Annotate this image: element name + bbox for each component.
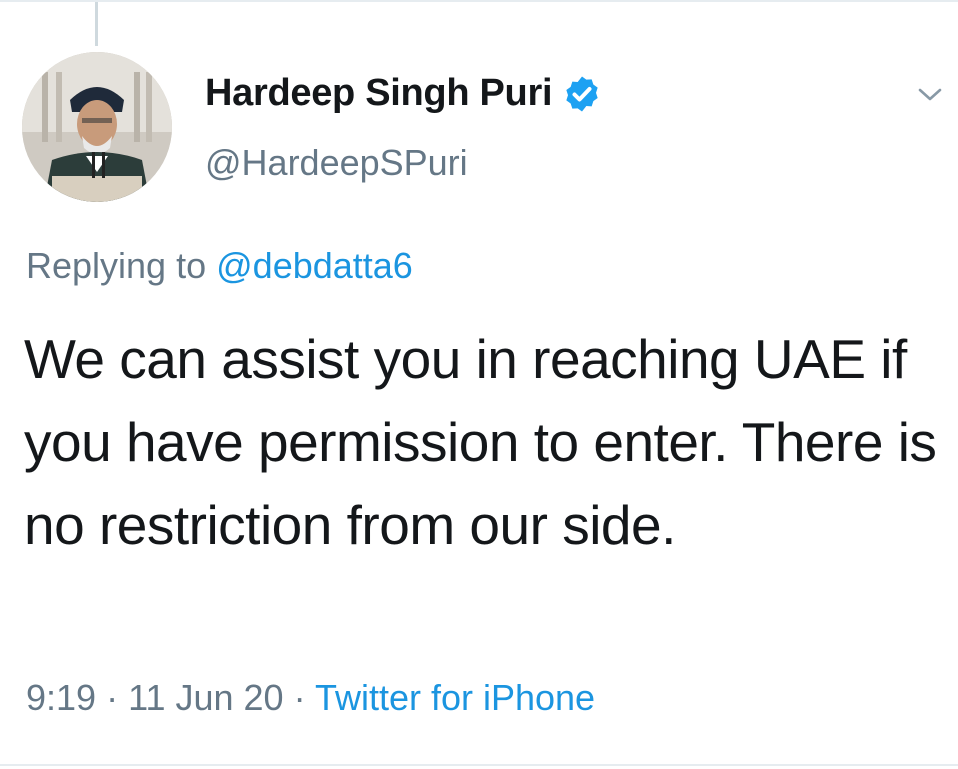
replying-to-label: Replying to (26, 245, 207, 286)
tweet-source-link[interactable]: Twitter for iPhone (315, 677, 595, 718)
author-name-row[interactable]: Hardeep Singh Puri (205, 72, 602, 115)
author-display-name[interactable]: Hardeep Singh Puri (205, 72, 553, 115)
tweet-card: Hardeep Singh Puri @HardeepSPuri Replyin… (0, 0, 958, 769)
tweet-date[interactable]: 11 Jun 20 (128, 677, 283, 718)
meta-separator: · (106, 677, 119, 718)
bottom-divider (0, 764, 958, 766)
author-handle[interactable]: @HardeepSPuri (205, 142, 468, 184)
replying-to-line: Replying to @debdatta6 (26, 245, 413, 287)
verified-badge-icon (566, 76, 598, 111)
avatar[interactable] (22, 52, 172, 202)
tweet-text: We can assist you in reaching UAE if you… (24, 328, 937, 556)
chevron-down-icon[interactable] (915, 82, 945, 106)
meta-separator: · (293, 677, 306, 718)
tweet-meta: 9:19 · 11 Jun 20 · Twitter for iPhone (26, 677, 595, 719)
tweet-time[interactable]: 9:19 (26, 677, 96, 718)
replying-to-handle-link[interactable]: @debdatta6 (216, 245, 413, 286)
avatar-photo (22, 52, 172, 202)
thread-connector-line (95, 2, 98, 46)
